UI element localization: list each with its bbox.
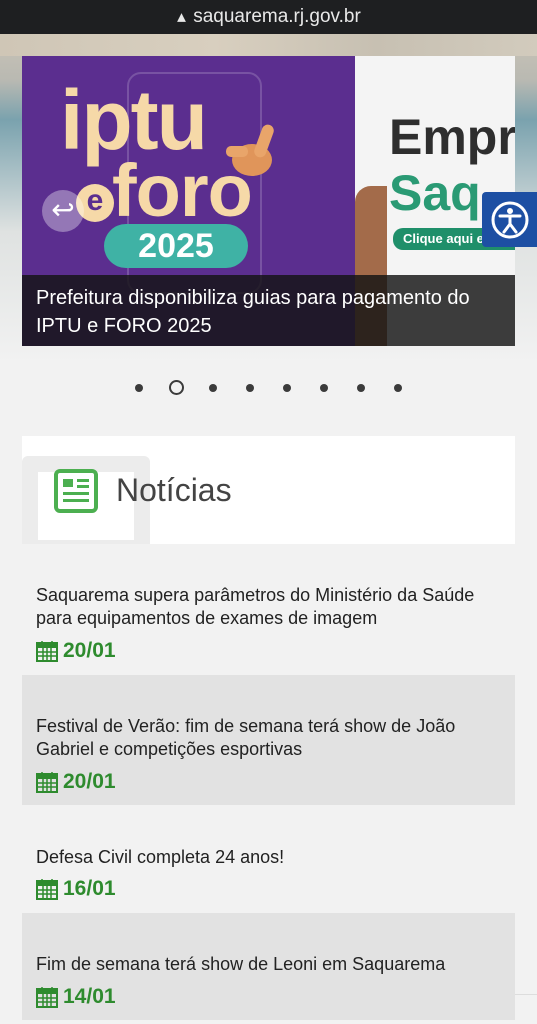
carousel-dot[interactable] [168, 380, 184, 395]
news-item-title[interactable]: Defesa Civil completa 24 anos! [36, 846, 506, 869]
calendar-icon [36, 987, 58, 1008]
news-item-date-text: 14/01 [63, 985, 116, 1008]
calendar-icon [36, 641, 58, 662]
newspaper-icon [54, 469, 98, 513]
news-item-date: 16/01 [36, 877, 116, 901]
carousel-dot[interactable] [283, 384, 291, 392]
news-item[interactable]: Fim de semana terá show de Leoni em Saqu… [22, 913, 515, 1020]
news-item[interactable]: Festival de Verão: fim de semana terá sh… [22, 675, 515, 805]
news-section-header: Notícias [22, 436, 515, 544]
carousel-prev-arrow-icon[interactable]: ↩ [42, 190, 84, 232]
carousel-dot[interactable] [135, 384, 143, 392]
carousel-dot[interactable] [320, 384, 328, 392]
saquarema-title: Saq [389, 165, 481, 221]
news-item-date-text: 20/01 [63, 770, 116, 793]
news-section-title: Notícias [116, 472, 232, 508]
news-item[interactable]: Saquarema supera parâmetros do Ministéri… [22, 544, 515, 674]
emprego-title: Empr [389, 109, 515, 165]
calendar-icon [36, 879, 58, 900]
news-item-title[interactable]: Festival de Verão: fim de semana terá sh… [36, 715, 506, 761]
accessibility-icon [491, 201, 528, 238]
slide-caption[interactable]: Prefeitura disponibiliza guias para paga… [22, 275, 515, 346]
news-item-title[interactable]: Fim de semana terá show de Leoni em Saqu… [36, 953, 506, 976]
lock-icon [177, 12, 187, 22]
news-item-date-text: 16/01 [63, 877, 116, 900]
carousel-dot[interactable] [394, 384, 402, 392]
news-item[interactable]: Defesa Civil completa 24 anos! 16/01 [22, 806, 515, 912]
news-item-date: 20/01 [36, 770, 116, 794]
page-edge [515, 994, 537, 1024]
news-item-date-text: 20/01 [63, 639, 116, 662]
url-text: saquarema.rj.gov.br [193, 6, 361, 27]
carousel-dot[interactable] [209, 384, 217, 392]
calendar-icon [36, 772, 58, 793]
shaka-hand-icon [226, 124, 274, 176]
banner-year-pill: 2025 [104, 224, 248, 268]
carousel-slide[interactable]: iptu e foro 2025 ↩ Empr Saq Clique aqui … [22, 56, 515, 346]
carousel-dot[interactable] [246, 384, 254, 392]
browser-address-bar[interactable]: saquarema.rj.gov.br [0, 0, 537, 34]
news-item-title[interactable]: Saquarema supera parâmetros do Ministéri… [36, 584, 506, 630]
carousel-dot[interactable] [357, 384, 365, 392]
carousel-indicators [0, 378, 537, 398]
accessibility-button[interactable] [482, 192, 537, 247]
news-item-date: 20/01 [36, 639, 116, 663]
news-item-date: 14/01 [36, 985, 116, 1009]
